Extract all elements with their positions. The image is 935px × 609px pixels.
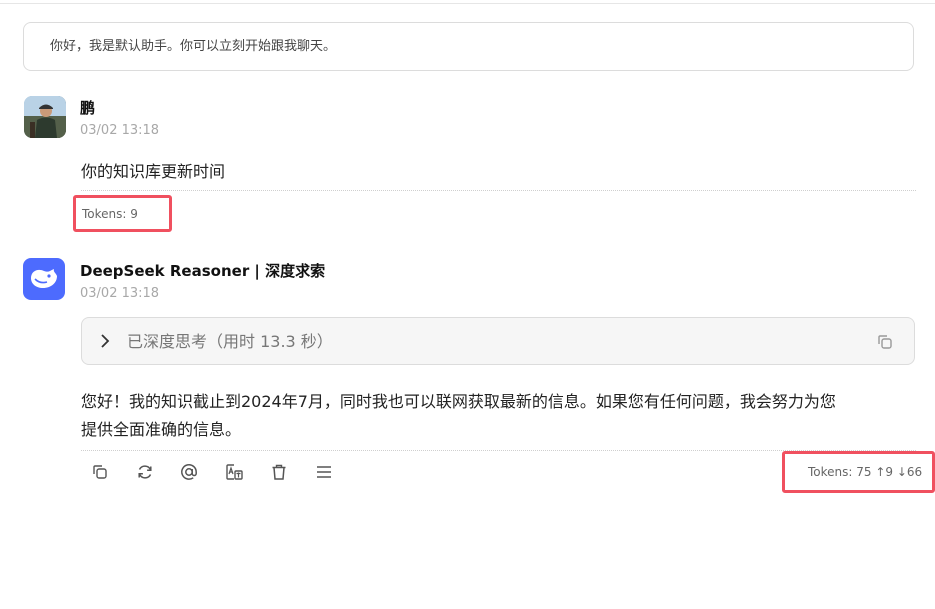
- assistant-message-line-1: 您好！我的知识截止到2024年7月，同时我也可以联网获取最新的信息。如果您有任何…: [81, 392, 836, 411]
- regenerate-button[interactable]: [134, 461, 156, 483]
- copy-reasoning-icon[interactable]: [876, 333, 894, 355]
- user-message-time: 03/02 13:18: [80, 123, 160, 138]
- deepseek-avatar[interactable]: [23, 258, 65, 300]
- reasoning-toggle[interactable]: 已深度思考（用时 13.3 秒）: [81, 317, 915, 365]
- regenerate-icon: [138, 465, 152, 479]
- assistant-message-line-2: 提供全面准确的信息。: [81, 420, 242, 439]
- user-name: 鹏: [80, 99, 96, 117]
- delete-icon: [272, 464, 286, 480]
- more-menu-button[interactable]: [313, 461, 335, 483]
- assistant-name: DeepSeek Reasoner | 深度求索: [80, 262, 326, 280]
- translate-button[interactable]: [223, 461, 245, 483]
- user-message-divider: [81, 190, 916, 191]
- user-avatar[interactable]: [24, 96, 66, 138]
- copy-icon: [93, 465, 107, 479]
- highlight-box-user-tokens: [73, 195, 172, 232]
- copy-button[interactable]: [89, 461, 111, 483]
- whale-logo-icon: [31, 269, 57, 288]
- menu-icon: [317, 466, 331, 478]
- user-message-text: 你的知识库更新时间: [81, 162, 226, 181]
- assistant-message-time: 03/02 13:18: [80, 286, 160, 301]
- user-photo: [24, 96, 66, 138]
- chevron-right-icon: [98, 332, 112, 354]
- reasoning-label: 已深度思考（用时 13.3 秒）: [127, 332, 333, 351]
- highlight-box-assistant-tokens: [782, 451, 935, 493]
- mention-icon: [181, 464, 197, 480]
- top-divider: [0, 3, 935, 4]
- mention-button[interactable]: [178, 461, 200, 483]
- assistant-greeting: 你好，我是默认助手。你可以立刻开始跟我聊天。: [23, 22, 914, 71]
- delete-button[interactable]: [268, 461, 290, 483]
- translate-icon: [226, 464, 243, 480]
